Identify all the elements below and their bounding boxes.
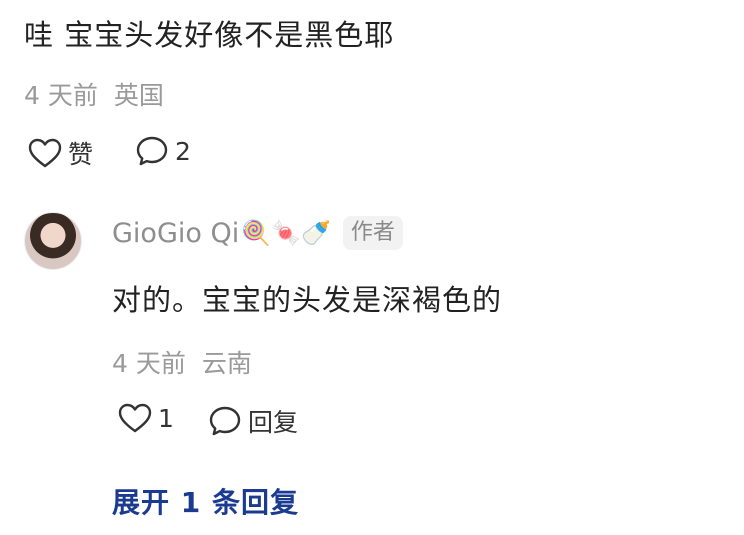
reply-time: 4 天前 bbox=[112, 349, 186, 378]
reply-text: 对的。宝宝的头发是深褐色的 bbox=[112, 283, 503, 317]
reply-like-count: 1 bbox=[158, 403, 174, 433]
heart-icon bbox=[118, 403, 152, 433]
comment-like-button[interactable]: 赞 bbox=[28, 135, 93, 171]
heart-icon bbox=[28, 138, 62, 168]
comment-reply-count-button[interactable]: 2 bbox=[135, 135, 191, 167]
reply-author-row: GioGio Qi 🍭🍬🍼 作者 bbox=[112, 216, 403, 250]
reply-reply-button[interactable]: 回复 bbox=[208, 403, 298, 439]
avatar[interactable] bbox=[24, 212, 82, 270]
comment-location: 英国 bbox=[113, 81, 164, 110]
comment-text: 哇 宝宝头发好像不是黑色耶 bbox=[24, 18, 395, 52]
comment-time: 4 天前 bbox=[24, 81, 98, 110]
reply-count: 2 bbox=[175, 136, 191, 166]
author-emojis: 🍭🍬🍼 bbox=[241, 219, 331, 247]
comment-bubble-icon bbox=[208, 405, 242, 437]
reply-label: 回复 bbox=[248, 408, 299, 437]
author-name[interactable]: GioGio Qi bbox=[112, 218, 239, 249]
reply-like-button[interactable]: 1 bbox=[118, 403, 174, 433]
comment-meta: 4 天前 英国 bbox=[24, 76, 164, 112]
reply-meta: 4 天前 云南 bbox=[112, 344, 252, 380]
author-badge: 作者 bbox=[342, 216, 403, 250]
expand-replies-link[interactable]: 展开 1 条回复 bbox=[112, 481, 299, 521]
comment-bubble-icon bbox=[135, 135, 169, 167]
reply-location: 云南 bbox=[201, 349, 252, 378]
like-label: 赞 bbox=[68, 140, 94, 169]
